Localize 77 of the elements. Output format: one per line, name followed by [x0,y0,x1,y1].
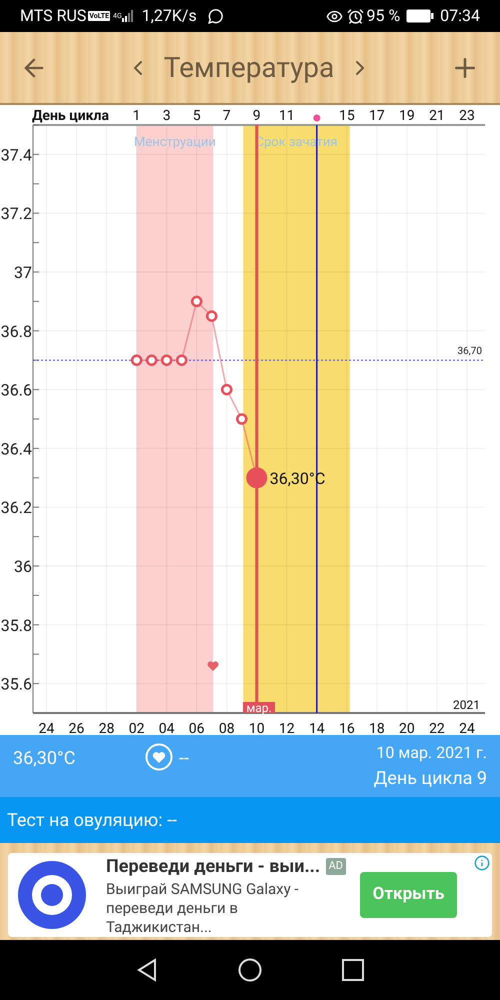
y-tick-label: 36.2 [0,498,32,518]
data-point [160,354,172,366]
temperature-value: 36,30°C [13,747,76,771]
x-tick-label: 22 [429,721,445,735]
signal-icon [122,10,134,22]
carrier: MTS RUS [20,5,86,27]
data-point [146,354,158,366]
x-tick-label: 12 [278,721,295,735]
battery-percent: 95 % [366,5,400,27]
data-point [220,384,232,396]
axis-title: День цикла [32,108,109,124]
battery-icon [406,9,434,23]
ovulation-test-label: Тест на овуляцию: -- [7,808,178,832]
x-tick-label: 18 [369,721,385,735]
cycle-day-label: 9 [252,108,261,124]
x-tick-label: 10 [248,721,265,735]
data-point [236,413,248,425]
x-tick-label: 02 [128,721,144,735]
data-point [190,296,202,308]
home-nav-icon[interactable] [238,958,262,982]
y-tick-label: 36.6 [0,380,32,400]
y-tick-label: 37 [14,263,32,282]
chat-icon [206,8,224,24]
y-tick-label: 37.2 [0,204,32,224]
x-tick-label: 24 [459,721,475,735]
y-tick-label: 37.4 [0,145,32,164]
cycle-day-label: 19 [399,108,415,124]
data-point [130,354,142,366]
screen-title: Температура [164,50,334,86]
x-tick-label: 08 [218,721,235,735]
cycle-day: День цикла 9 [374,765,487,792]
ad-description: Выиграй SAMSUNG Galaxy - переведи деньги в Таджикистан... [106,880,300,937]
cycle-day-label: 21 [429,108,445,124]
data-speed: 1,27K/s [142,5,197,27]
month-tag: мар. [243,701,275,715]
back-nav-icon[interactable] [136,958,158,982]
y-tick-label: 36 [14,557,32,576]
x-tick-label: 26 [68,721,84,735]
x-tick-label: 24 [38,721,54,735]
x-tick-label: 16 [338,721,355,735]
cycle-day-label: 5 [192,108,201,124]
y-tick-label: 36.4 [0,439,32,458]
recent-apps-icon[interactable] [342,959,364,981]
y-tick-label: 36.8 [0,322,32,341]
x-tick-label: 06 [188,721,205,735]
cycle-day-label: 11 [278,108,295,124]
ad-title: Переведи деньги - выи... [106,855,320,879]
x-tick-label: 04 [158,721,175,735]
clock: 07:34 [440,5,480,27]
ad-logo [18,861,86,929]
selected-point [246,467,268,488]
marker-dot [313,114,320,122]
x-tick-label: 28 [98,721,114,735]
ovulation-test-bar[interactable]: Тест на овуляцию: -- [0,797,500,843]
date-label: 10 мар. 2021 г. [376,742,487,764]
ad-card[interactable]: Переведи деньги - выи... AD Выиграй SAMSUNG Galaxy - переведи деньги в Таджикистан... Открыть [8,853,492,937]
y-tick-label: 35.6 [0,674,32,694]
intercourse-value: -- [179,747,189,771]
data-point [176,354,188,366]
cycle-day-label: 23 [459,108,475,124]
cycle-day-label: 1 [132,108,141,124]
data-point [206,310,218,322]
cycle-day-label: 7 [222,108,231,124]
alarm-icon [347,8,364,24]
heart-icon [208,661,218,671]
info-icon[interactable] [474,855,490,871]
cycle-day-label: 3 [162,108,171,124]
x-tick-label: 14 [308,721,325,735]
cycle-day-label: 17 [369,108,385,124]
cycle-day-label: 15 [338,108,355,124]
open-button[interactable]: Открыть [360,872,457,918]
x-tick-label: 20 [399,721,415,735]
ad-badge: AD [326,858,346,875]
year-label: 2021 [453,698,480,712]
y-tick-label: 35.8 [0,616,32,635]
band-label: Менструации [134,135,216,150]
reference-line-label: 36,70 [458,346,482,358]
